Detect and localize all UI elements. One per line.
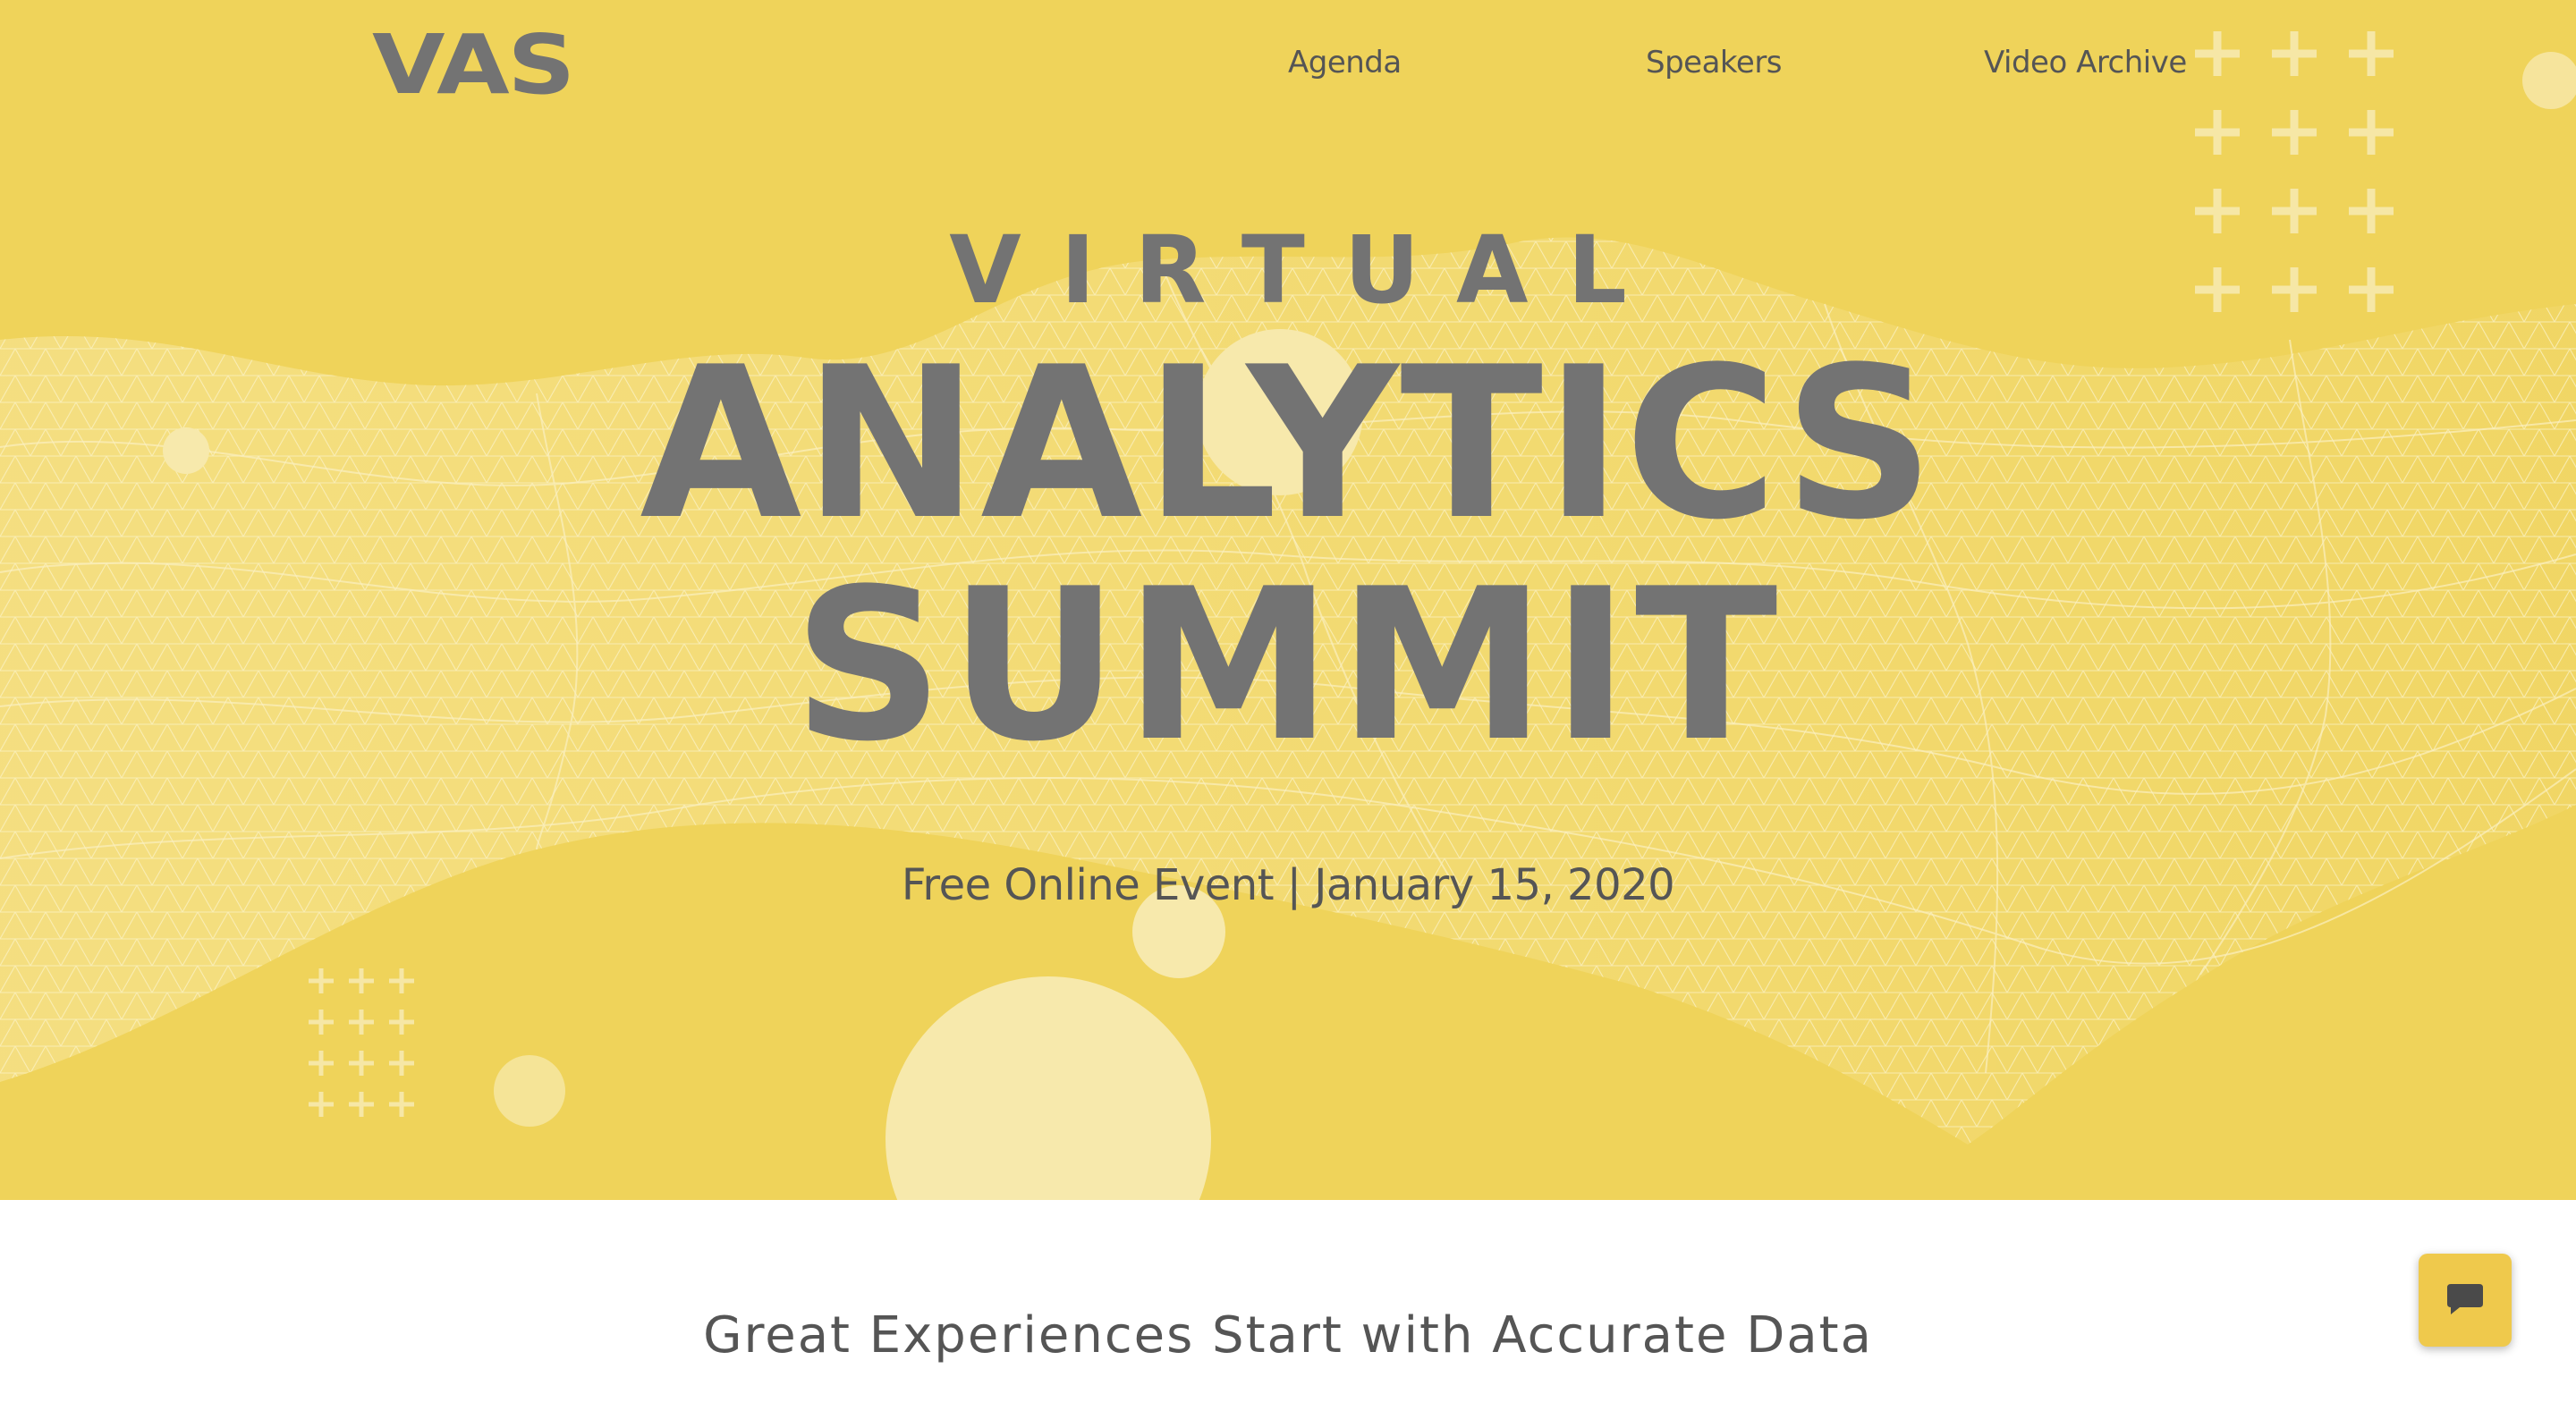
plus-icon <box>2256 93 2333 172</box>
section-tagline: Great Experiences Start with Accurate Da… <box>703 1306 1873 1365</box>
plus-icon <box>341 1001 381 1043</box>
plus-icon <box>301 1001 341 1043</box>
plus-icon <box>381 1001 421 1043</box>
hero-title-analytics: ANALYTICS <box>640 323 1936 566</box>
plus-icon <box>341 1043 381 1084</box>
page: VAS Agenda Speakers Video Archive VIRTUA… <box>0 0 2576 1411</box>
nav-link-video-archive[interactable]: Video Archive <box>1984 45 2187 80</box>
hero-banner: VAS Agenda Speakers Video Archive VIRTUA… <box>0 0 2576 1200</box>
plus-icon <box>381 1043 421 1084</box>
plus-icon <box>341 960 381 1001</box>
plus-icon <box>381 1084 421 1125</box>
hero-subtitle: Free Online Event | January 15, 2020 <box>901 860 1675 910</box>
plus-icon <box>2179 93 2256 172</box>
decor-plus-grid <box>301 960 421 1125</box>
main-nav: Agenda Speakers Video Archive <box>0 45 2576 89</box>
decor-circle <box>494 1055 565 1127</box>
chat-bubble-icon <box>2447 1284 2483 1314</box>
hero-title-virtual: VIRTUAL <box>949 215 1666 325</box>
chat-button[interactable] <box>2419 1254 2512 1347</box>
plus-icon <box>301 960 341 1001</box>
plus-icon <box>2333 93 2410 172</box>
hero-title-summit: SUMMIT <box>792 545 1784 788</box>
plus-icon <box>341 1084 381 1125</box>
plus-icon <box>301 1043 341 1084</box>
plus-icon <box>301 1084 341 1125</box>
plus-icon <box>381 960 421 1001</box>
nav-link-speakers[interactable]: Speakers <box>1646 45 1783 80</box>
nav-link-agenda[interactable]: Agenda <box>1288 45 1402 80</box>
